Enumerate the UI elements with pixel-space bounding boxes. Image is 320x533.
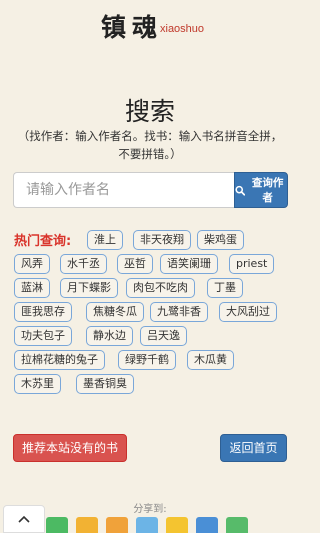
- share-label: 分享到:: [133, 504, 167, 515]
- share-service-icon[interactable]: [106, 517, 128, 533]
- hot-tag[interactable]: 淮上: [87, 230, 123, 250]
- search-author-button[interactable]: 查询作者: [234, 172, 288, 208]
- page-title: 搜索: [124, 97, 175, 126]
- hot-tag[interactable]: 功夫包子: [14, 326, 72, 346]
- hot-tag[interactable]: 木瓜黄: [187, 350, 234, 370]
- hot-tag[interactable]: priest: [229, 254, 275, 274]
- share-service-icon[interactable]: [226, 517, 248, 533]
- share-service-icon[interactable]: [76, 517, 98, 533]
- hot-tag[interactable]: 焦糖冬瓜: [86, 302, 144, 322]
- search-button-label: 查询作者: [251, 177, 284, 204]
- hot-tag[interactable]: 风弄: [14, 254, 50, 274]
- search-input[interactable]: [13, 172, 235, 208]
- hot-tag[interactable]: 木苏里: [14, 374, 61, 394]
- hot-tag[interactable]: 匪我思存: [14, 302, 72, 322]
- hot-tag[interactable]: 肉包不吃肉: [126, 278, 195, 298]
- hot-tag[interactable]: 绿野千鹤: [118, 350, 176, 370]
- hot-tag[interactable]: 静水边: [86, 326, 133, 346]
- recommend-book-button[interactable]: 推荐本站没有的书: [13, 434, 127, 462]
- hot-tag[interactable]: 柴鸡蛋: [197, 230, 244, 250]
- hot-tag[interactable]: 语笑阑珊: [160, 254, 218, 274]
- hot-tag[interactable]: 月下蝶影: [60, 278, 118, 298]
- back-home-button[interactable]: 返回首页: [220, 434, 287, 462]
- share-service-icon[interactable]: [196, 517, 218, 533]
- share-service-icon[interactable]: [136, 517, 158, 533]
- chevron-up-icon: [18, 515, 30, 523]
- hot-tag[interactable]: 丁墨: [207, 278, 243, 298]
- logo-chinese: 镇魂: [101, 13, 164, 42]
- share-service-icon[interactable]: [46, 517, 68, 533]
- hot-search-label: 热门查询:: [14, 234, 72, 249]
- hot-tag[interactable]: 拉棉花糖的兔子: [14, 350, 105, 370]
- hot-tag[interactable]: 水千丞: [60, 254, 107, 274]
- search-hint: （找作者：输入作者名。找书：输入书名拼音全拼，不要拼错。）: [17, 129, 283, 161]
- site-logo[interactable]: 镇魂 xiaoshuo: [0, 6, 300, 42]
- search-icon: [235, 185, 246, 196]
- hot-tag[interactable]: 墨香铜臭: [76, 374, 134, 394]
- hot-tag[interactable]: 吕天逸: [140, 326, 187, 346]
- back-to-top-button[interactable]: [3, 505, 45, 533]
- share-service-icon[interactable]: [166, 517, 188, 533]
- hot-tag[interactable]: 九鹭非香: [150, 302, 208, 322]
- hot-tag[interactable]: 蓝淋: [14, 278, 50, 298]
- hot-tag[interactable]: 非天夜翔: [133, 230, 191, 250]
- hot-tag[interactable]: 巫哲: [117, 254, 153, 274]
- hot-tag[interactable]: 大风刮过: [219, 302, 277, 322]
- logo-english: xiaoshuo: [160, 23, 205, 35]
